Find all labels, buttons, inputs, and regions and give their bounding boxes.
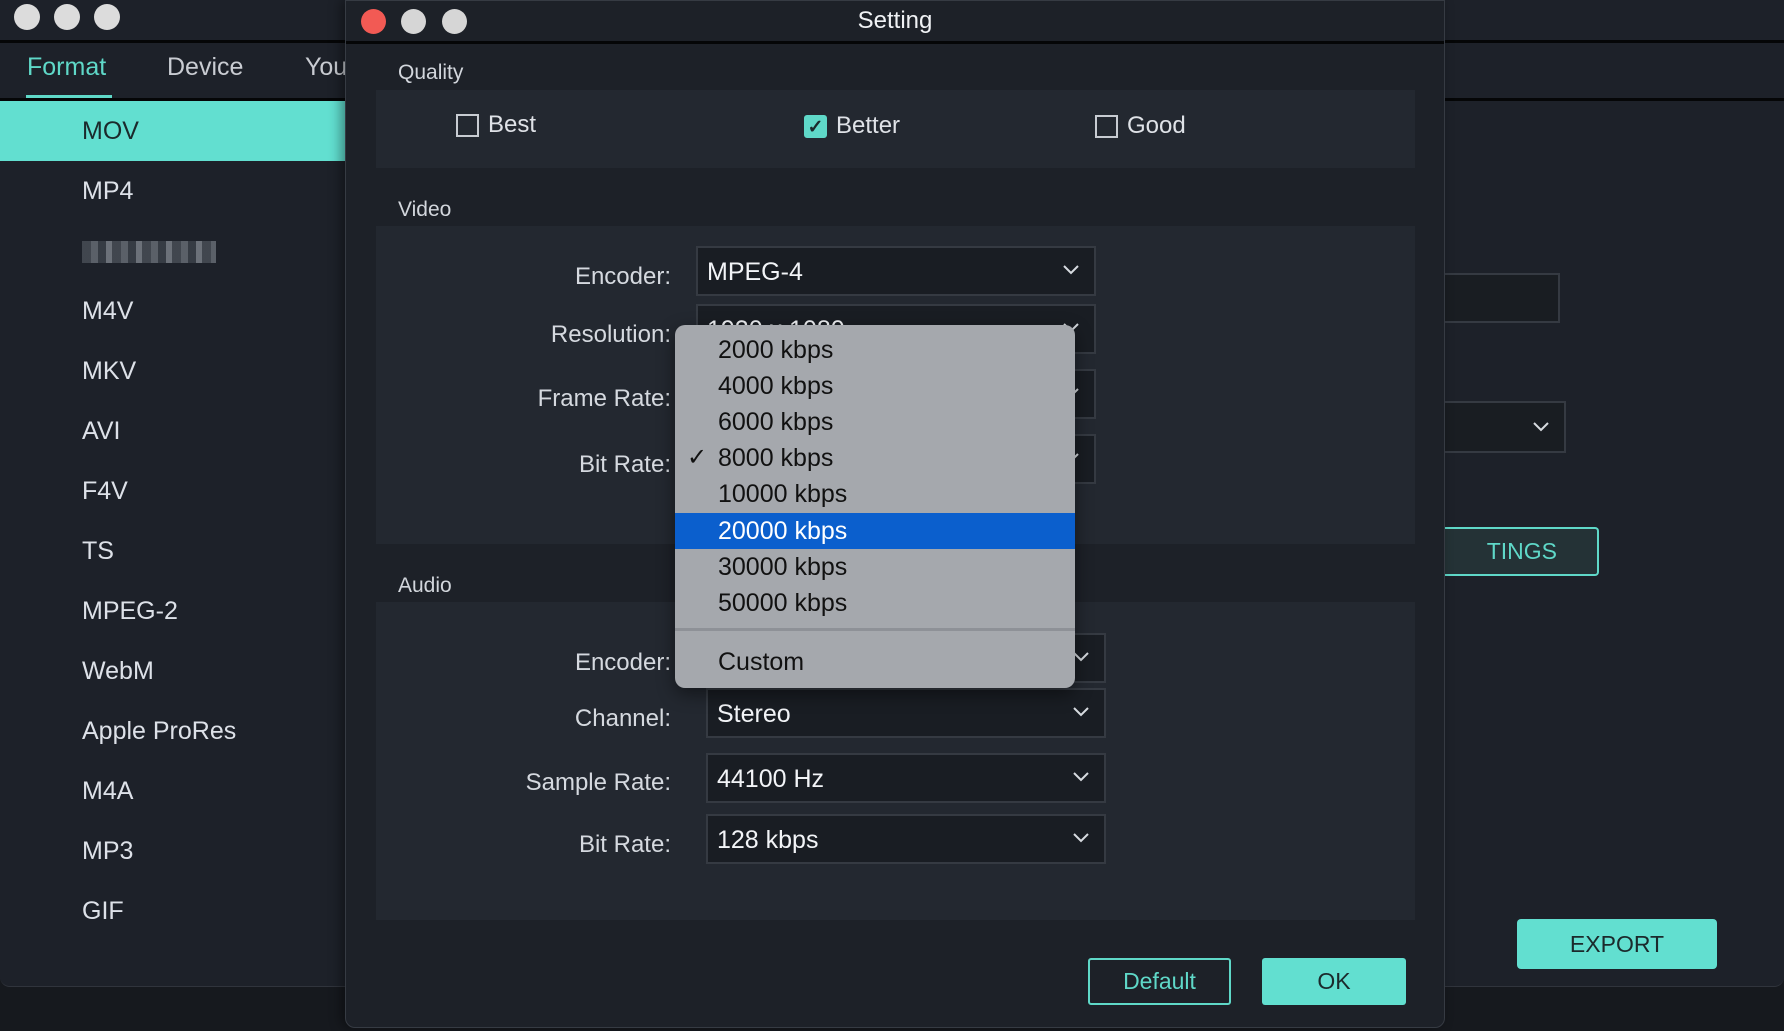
tab-youtube[interactable]: You	[305, 53, 347, 82]
ok-button[interactable]: OK	[1262, 958, 1406, 1005]
menu-item-label: 8000 kbps	[718, 444, 834, 472]
chevron-down-icon	[1063, 265, 1079, 275]
menu-item-4000[interactable]: 4000 kbps	[675, 368, 1075, 404]
menu-item-10000[interactable]: 10000 kbps	[675, 476, 1075, 512]
format-item-webm[interactable]: WebM	[0, 641, 345, 701]
bit-rate-dropdown-menu: 2000 kbps 4000 kbps 6000 kbps ✓ 8000 kbps…	[675, 325, 1075, 688]
menu-item-label: 4000 kbps	[718, 372, 834, 400]
format-item-gif[interactable]: GIF	[0, 881, 345, 941]
video-encoder-select[interactable]: MPEG-4	[696, 246, 1096, 296]
resolution-label: Resolution:	[550, 321, 671, 348]
format-item-m4a[interactable]: M4A	[0, 761, 345, 821]
settings-button[interactable]: TINGS	[1445, 527, 1599, 576]
menu-item-20000[interactable]: 20000 kbps	[675, 513, 1075, 549]
format-list: MOV MP4 M4V MKV AVI F4V TS MPEG-2 WebM A…	[0, 101, 345, 981]
minimize-window-button[interactable]	[54, 4, 80, 30]
format-item-apple-prores[interactable]: Apple ProRes	[0, 701, 345, 761]
video-encoder-label: Encoder:	[574, 263, 671, 290]
menu-item-custom[interactable]: Custom	[675, 644, 1075, 680]
dialog-title: Setting	[857, 7, 933, 34]
export-button[interactable]: EXPORT	[1517, 919, 1717, 969]
format-item-mkv[interactable]: MKV	[0, 341, 345, 401]
audio-bit-rate-value: 128 kbps	[717, 826, 819, 854]
frame-rate-label: Frame Rate:	[537, 385, 671, 412]
better-label: Better	[836, 112, 901, 139]
menu-item-label: 20000 kbps	[718, 517, 848, 545]
dialog-maximize-button[interactable]	[442, 9, 467, 34]
format-item-mpeg2[interactable]: MPEG-2	[0, 581, 345, 641]
audio-bit-rate-select[interactable]: 128 kbps	[706, 814, 1106, 864]
audio-encoder-label: Encoder:	[574, 649, 671, 676]
tab-device[interactable]: Device	[167, 53, 243, 82]
menu-separator	[675, 628, 1075, 631]
channel-select[interactable]: Stereo	[706, 688, 1106, 738]
checkmark-icon: ✓	[687, 444, 708, 471]
menu-item-label: 10000 kbps	[718, 480, 848, 508]
dialog-close-button[interactable]	[361, 9, 386, 34]
menu-item-label: 6000 kbps	[718, 408, 834, 436]
menu-item-50000[interactable]: 50000 kbps	[675, 585, 1075, 621]
channel-value: Stereo	[717, 700, 791, 728]
dialog-minimize-button[interactable]	[401, 9, 426, 34]
menu-item-label: Custom	[718, 648, 805, 676]
menu-item-8000[interactable]: ✓ 8000 kbps	[675, 440, 1075, 476]
good-checkbox[interactable]	[1095, 115, 1118, 138]
quality-panel: Best ✓ Better Good	[376, 90, 1415, 168]
default-button[interactable]: Default	[1088, 958, 1231, 1005]
sample-rate-value: 44100 Hz	[717, 765, 825, 793]
checkmark-icon: ✓	[807, 117, 824, 138]
best-label: Best	[488, 111, 537, 138]
good-label: Good	[1127, 112, 1186, 139]
background-name-input[interactable]	[1445, 273, 1560, 323]
close-window-button[interactable]	[14, 4, 40, 30]
format-item-mp4[interactable]: MP4	[0, 161, 345, 221]
chevron-down-icon	[1073, 772, 1089, 782]
menu-item-label: 2000 kbps	[718, 336, 834, 364]
video-encoder-value: MPEG-4	[707, 258, 803, 286]
format-item-mp3[interactable]: MP3	[0, 821, 345, 881]
maximize-window-button[interactable]	[94, 4, 120, 30]
background-select[interactable]	[1445, 401, 1566, 453]
audio-bit-rate-label: Bit Rate:	[578, 831, 671, 858]
quality-section-label: Quality	[398, 61, 464, 84]
sample-rate-select[interactable]: 44100 Hz	[706, 753, 1106, 803]
menu-item-2000[interactable]: 2000 kbps	[675, 332, 1075, 368]
redacted-label	[82, 241, 216, 264]
chevron-down-icon	[1073, 833, 1089, 843]
video-section-label: Video	[398, 198, 452, 221]
audio-section-label: Audio	[398, 574, 452, 597]
sample-rate-label: Sample Rate:	[525, 769, 671, 796]
menu-item-label: 50000 kbps	[718, 589, 848, 617]
chevron-down-icon	[1073, 707, 1089, 717]
format-item-mov[interactable]: MOV	[0, 101, 345, 161]
menu-item-label: 30000 kbps	[718, 553, 848, 581]
format-item-avi[interactable]: AVI	[0, 401, 345, 461]
better-checkbox[interactable]: ✓	[804, 115, 827, 138]
format-item-f4v[interactable]: F4V	[0, 461, 345, 521]
menu-item-30000[interactable]: 30000 kbps	[675, 549, 1075, 585]
format-item-m4v[interactable]: M4V	[0, 281, 345, 341]
video-bit-rate-label: Bit Rate:	[578, 451, 671, 478]
format-item-ts[interactable]: TS	[0, 521, 345, 581]
menu-item-6000[interactable]: 6000 kbps	[675, 404, 1075, 440]
best-checkbox[interactable]	[456, 114, 479, 137]
active-tab-indicator	[26, 95, 112, 98]
channel-label: Channel:	[574, 705, 671, 732]
format-item-redacted[interactable]	[0, 221, 345, 281]
tab-format[interactable]: Format	[27, 53, 106, 82]
dialog-titlebar: Setting	[346, 1, 1444, 44]
settings-button-label: TINGS	[1486, 538, 1557, 564]
chevron-down-icon	[1533, 422, 1549, 432]
